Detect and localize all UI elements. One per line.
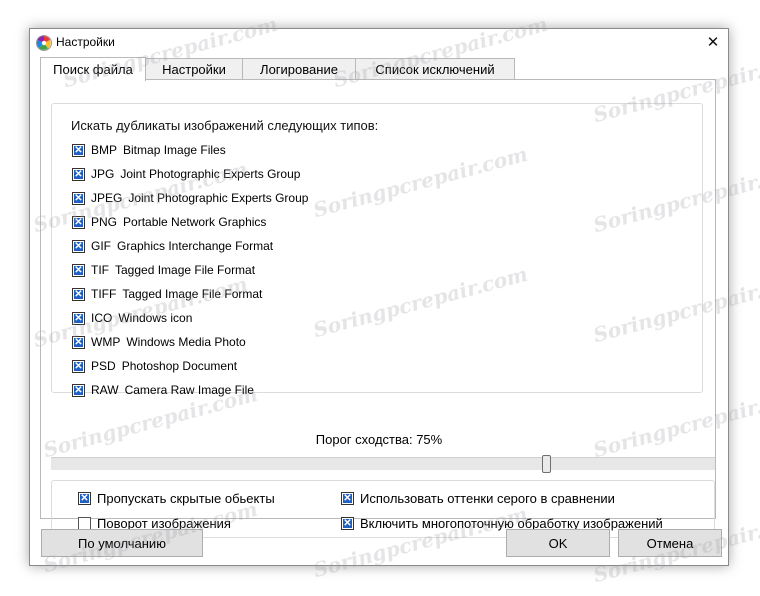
app-icon	[36, 35, 52, 51]
checkbox-skip-hidden[interactable]	[78, 491, 91, 505]
file-type-ext: ICO	[91, 311, 113, 325]
file-type-row-jpeg[interactable]: JPEG Joint Photographic Experts Group	[72, 190, 308, 206]
file-type-desc: Bitmap Image Files	[123, 143, 226, 157]
file-type-desc: Windows icon	[118, 311, 193, 325]
checkbox-rotate-images[interactable]	[78, 516, 91, 530]
checkbox-grayscale[interactable]	[341, 491, 354, 505]
checkbox-multithread[interactable]	[341, 516, 354, 530]
tab-exclusions[interactable]: Список исключений	[355, 58, 515, 80]
file-type-desc: Graphics Interchange Format	[117, 239, 274, 253]
checkbox-bmp[interactable]	[72, 143, 85, 157]
close-icon[interactable]: ✕	[707, 33, 720, 51]
tab-settings[interactable]: Настройки	[145, 58, 243, 80]
similarity-slider-thumb[interactable]	[541, 455, 551, 473]
file-type-desc: Portable Network Graphics	[123, 215, 267, 229]
checkbox-tif[interactable]	[72, 263, 85, 277]
option-label: Пропускать скрытые обьекты	[97, 490, 275, 506]
file-type-desc: Photoshop Document	[121, 359, 238, 373]
option-skip-hidden[interactable]: Пропускать скрытые обьекты	[78, 490, 275, 506]
file-type-desc: Joint Photographic Experts Group	[120, 167, 301, 181]
file-type-ext: PNG	[91, 215, 118, 229]
file-type-ext: JPEG	[91, 191, 123, 205]
tab-file-search[interactable]: Поиск файла	[40, 57, 146, 81]
file-type-row-ico[interactable]: ICO Windows icon	[72, 310, 192, 326]
file-type-ext: TIF	[91, 263, 109, 277]
title-bar: Настройки ✕	[30, 29, 728, 57]
file-type-row-wmp[interactable]: WMP Windows Media Photo	[72, 334, 246, 350]
file-types-group-title: Искать дубликаты изображений следующих т…	[68, 118, 382, 133]
checkbox-png[interactable]	[72, 215, 85, 229]
checkbox-ico[interactable]	[72, 311, 85, 325]
checkbox-jpg[interactable]	[72, 167, 85, 181]
similarity-threshold-label: Порог сходства: 75%	[315, 432, 443, 447]
file-type-row-raw[interactable]: RAW Camera Raw Image File	[72, 382, 254, 398]
file-type-desc: Camera Raw Image File	[124, 383, 254, 397]
file-type-ext: RAW	[91, 383, 119, 397]
cancel-button[interactable]: Отмена	[618, 529, 722, 557]
file-type-row-tif[interactable]: TIF Tagged Image File Format	[72, 262, 255, 278]
similarity-slider-track[interactable]	[51, 457, 715, 470]
file-type-ext: WMP	[91, 335, 121, 349]
settings-dialog: Настройки ✕ Поиск файла Настройки Логиро…	[29, 28, 729, 566]
option-label: Использовать оттенки серого в сравнении	[360, 490, 615, 506]
file-type-ext: TIFF	[91, 287, 117, 301]
file-type-row-tiff[interactable]: TIFF Tagged Image File Format	[72, 286, 262, 302]
file-type-ext: JPG	[91, 167, 115, 181]
checkbox-gif[interactable]	[72, 239, 85, 253]
checkbox-tiff[interactable]	[72, 287, 85, 301]
tab-panel-file-search: Искать дубликаты изображений следующих т…	[40, 79, 716, 538]
file-type-row-psd[interactable]: PSD Photoshop Document	[72, 358, 237, 374]
option-multithread[interactable]: Включить многопоточную обработку изображ…	[341, 515, 663, 531]
option-grayscale[interactable]: Использовать оттенки серого в сравнении	[341, 490, 615, 506]
checkbox-jpeg[interactable]	[72, 191, 85, 205]
tab-bar: Поиск файла Настройки Логирование Список…	[40, 57, 515, 81]
file-type-desc: Windows Media Photo	[126, 335, 246, 349]
file-type-row-bmp[interactable]: BMP Bitmap Image Files	[72, 142, 226, 158]
file-type-row-jpg[interactable]: JPG Joint Photographic Experts Group	[72, 166, 300, 182]
file-type-desc: Tagged Image File Format	[115, 263, 256, 277]
file-type-ext: GIF	[91, 239, 111, 253]
tab-logging[interactable]: Логирование	[242, 58, 356, 80]
checkbox-wmp[interactable]	[72, 335, 85, 349]
defaults-button[interactable]: По умолчанию	[41, 529, 203, 557]
file-type-row-png[interactable]: PNG Portable Network Graphics	[72, 214, 266, 230]
window-title: Настройки	[56, 35, 115, 49]
file-type-ext: PSD	[91, 359, 116, 373]
close-button[interactable]: ✕	[700, 31, 726, 53]
file-type-row-gif[interactable]: GIF Graphics Interchange Format	[72, 238, 273, 254]
file-type-desc: Tagged Image File Format	[122, 287, 263, 301]
file-type-desc: Joint Photographic Experts Group	[128, 191, 309, 205]
checkbox-psd[interactable]	[72, 359, 85, 373]
checkbox-raw[interactable]	[72, 383, 85, 397]
file-types-group: Искать дубликаты изображений следующих т…	[51, 103, 703, 397]
file-type-ext: BMP	[91, 143, 118, 157]
ok-button[interactable]: OK	[506, 529, 610, 557]
